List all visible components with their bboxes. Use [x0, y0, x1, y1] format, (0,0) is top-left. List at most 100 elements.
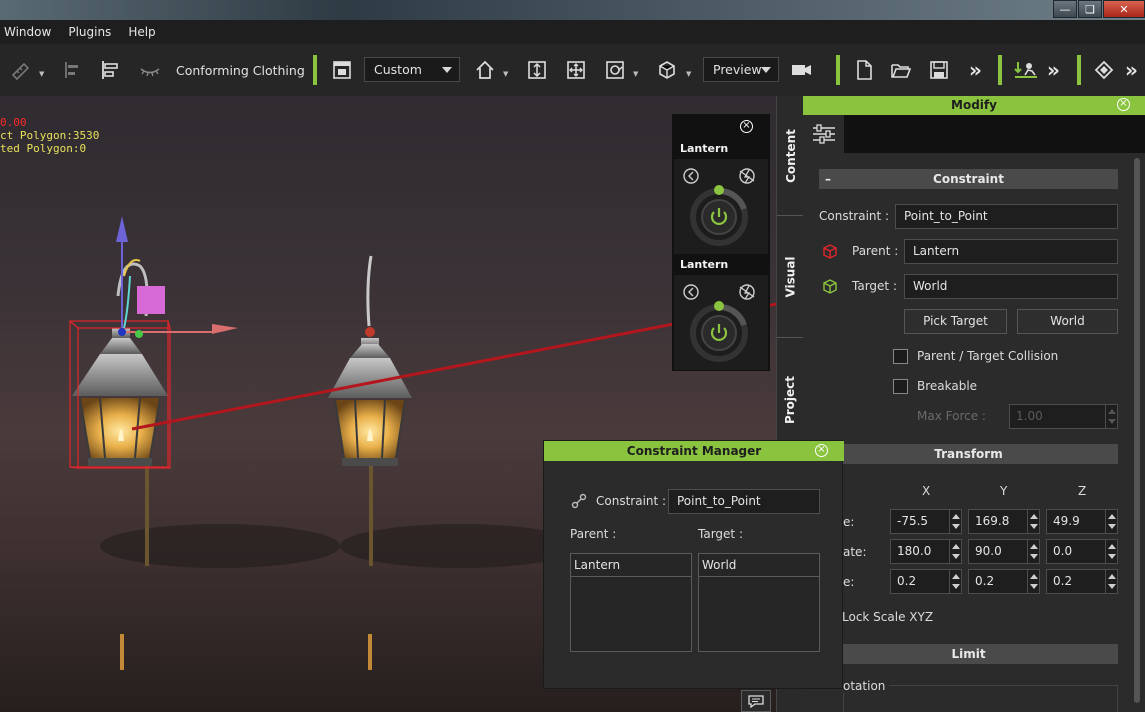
- physics-item-card[interactable]: [674, 275, 768, 370]
- collision-checkbox[interactable]: [893, 349, 908, 364]
- ruler-tool-button[interactable]: [6, 44, 36, 96]
- ruler-caret-icon[interactable]: ▼: [39, 70, 44, 78]
- layout-dropdown[interactable]: Custom: [364, 57, 460, 82]
- close-window-button[interactable]: ✕: [1103, 0, 1145, 18]
- rotate-z-spinner[interactable]: 0.0: [1046, 539, 1118, 564]
- desktop-background-strip: [0, 0, 1145, 20]
- menu-help[interactable]: Help: [124, 25, 162, 39]
- fit-all-button[interactable]: [563, 44, 589, 96]
- conforming-clothing-label[interactable]: Conforming Clothing: [176, 44, 305, 96]
- drop-to-floor-icon: [1014, 62, 1037, 78]
- constraint-manager-dialog: Constraint Manager × Constraint : Point_…: [543, 440, 844, 689]
- parent-field[interactable]: Lantern: [904, 239, 1118, 264]
- shading-caret-icon[interactable]: ▼: [686, 70, 691, 78]
- pick-target-button[interactable]: Pick Target: [904, 309, 1007, 334]
- cm-target-header: Target :: [698, 527, 743, 541]
- render-quality-dropdown[interactable]: Preview: [703, 57, 779, 82]
- stats-polygon-count: ct Polygon:3530: [0, 129, 100, 142]
- modify-scrollbar[interactable]: [1134, 158, 1140, 703]
- collision-label: Parent / Target Collision: [917, 349, 1059, 363]
- orbit-view-button[interactable]: [602, 44, 628, 96]
- open-folder-icon: [891, 64, 912, 78]
- key-button[interactable]: [1091, 44, 1117, 96]
- align-left-icon: [65, 62, 78, 78]
- parent-label: Parent :: [852, 244, 899, 258]
- max-force-spinner: 1.00: [1009, 404, 1118, 429]
- limit-section-header[interactable]: Limit: [819, 644, 1118, 664]
- camera-button[interactable]: [789, 44, 815, 96]
- fit-vertical-icon: [528, 61, 546, 79]
- modify-icon-bar: [803, 115, 1145, 153]
- menu-window[interactable]: Window: [0, 25, 58, 39]
- tab-attributes[interactable]: [803, 115, 844, 153]
- toolbar-separator: [1077, 55, 1081, 85]
- drop-to-floor-button[interactable]: [1012, 44, 1040, 96]
- orbit-caret-icon[interactable]: ▼: [633, 70, 638, 78]
- move-z-spinner[interactable]: 49.9: [1046, 509, 1118, 534]
- new-file-icon: [857, 60, 872, 80]
- world-button[interactable]: World: [1017, 309, 1118, 334]
- tab-visual[interactable]: Visual: [777, 216, 804, 338]
- minimize-button[interactable]: —: [1053, 0, 1077, 18]
- cm-parent-list[interactable]: Lantern: [570, 553, 692, 652]
- move-y-spinner[interactable]: 169.8: [968, 509, 1040, 534]
- maximize-button[interactable]: ❑: [1078, 0, 1102, 18]
- breakable-label: Breakable: [917, 379, 978, 393]
- align-tool-button[interactable]: [96, 44, 124, 96]
- axis-y-header: Y: [1000, 484, 1008, 498]
- physics-item-card[interactable]: [674, 159, 768, 254]
- max-force-label: Max Force :: [917, 409, 986, 423]
- lock-scale-label[interactable]: Lock Scale XYZ: [842, 610, 933, 624]
- collapse-icon[interactable]: –: [825, 169, 831, 189]
- dropdown-arrow-icon: [761, 67, 771, 73]
- close-icon[interactable]: ×: [1117, 98, 1130, 111]
- layout-window-icon: [333, 61, 351, 79]
- scale-x-spinner[interactable]: 0.2: [890, 569, 962, 594]
- cm-target-list[interactable]: World: [698, 553, 820, 652]
- toolbar-overflow-chevron-icon[interactable]: »: [1047, 44, 1060, 96]
- constraint-type-field[interactable]: Point_to_Point: [895, 204, 1118, 229]
- menu-bar: Window Plugins Help: [0, 20, 1145, 44]
- align-left-button[interactable]: [58, 44, 86, 96]
- home-icon: [476, 60, 494, 79]
- modify-panel-title: Modify: [803, 96, 1145, 115]
- save-button[interactable]: [926, 44, 952, 96]
- close-icon[interactable]: ×: [815, 444, 828, 457]
- cm-constraint-field[interactable]: Point_to_Point: [668, 489, 820, 514]
- layout-button[interactable]: [329, 44, 355, 96]
- home-caret-icon[interactable]: ▼: [503, 70, 508, 78]
- close-icon[interactable]: ×: [740, 120, 753, 133]
- shading-button[interactable]: [654, 44, 680, 96]
- home-view-button[interactable]: [472, 44, 498, 96]
- cm-parent-header: Parent :: [570, 527, 617, 541]
- orbit-icon: [606, 61, 624, 79]
- transform-section-header[interactable]: Transform: [819, 444, 1118, 464]
- target-field[interactable]: World: [904, 274, 1118, 299]
- toolbar-overflow-chevron-icon[interactable]: »: [1125, 44, 1138, 96]
- video-camera-icon: [792, 65, 811, 75]
- list-item[interactable]: Lantern: [571, 554, 691, 577]
- target-label: Target :: [852, 279, 897, 293]
- fit-vertical-button[interactable]: [524, 44, 550, 96]
- back-icon: [683, 168, 699, 184]
- new-file-button[interactable]: [851, 44, 877, 96]
- move-x-spinner[interactable]: -75.5: [890, 509, 962, 534]
- rotate-y-spinner[interactable]: 90.0: [968, 539, 1040, 564]
- rotate-x-spinner[interactable]: 180.0: [890, 539, 962, 564]
- menu-plugins[interactable]: Plugins: [64, 25, 118, 39]
- scale-z-spinner[interactable]: 0.2: [1046, 569, 1118, 594]
- open-folder-button[interactable]: [888, 44, 914, 96]
- chat-bubble-icon: [748, 695, 764, 708]
- scale-row-label: e:: [843, 575, 855, 589]
- tab-content[interactable]: Content: [777, 96, 804, 216]
- constraint-section-header[interactable]: – Constraint: [819, 169, 1118, 189]
- eye-toggle-button[interactable]: [137, 44, 163, 96]
- save-icon: [930, 61, 948, 79]
- scale-y-spinner[interactable]: 0.2: [968, 569, 1040, 594]
- toolbar-overflow-chevron-icon[interactable]: »: [969, 44, 982, 96]
- physics-item-title: Lantern: [680, 258, 729, 271]
- list-item[interactable]: World: [699, 554, 819, 577]
- feedback-button[interactable]: [741, 690, 771, 712]
- breakable-checkbox[interactable]: [893, 379, 908, 394]
- closed-eye-icon: [140, 68, 160, 77]
